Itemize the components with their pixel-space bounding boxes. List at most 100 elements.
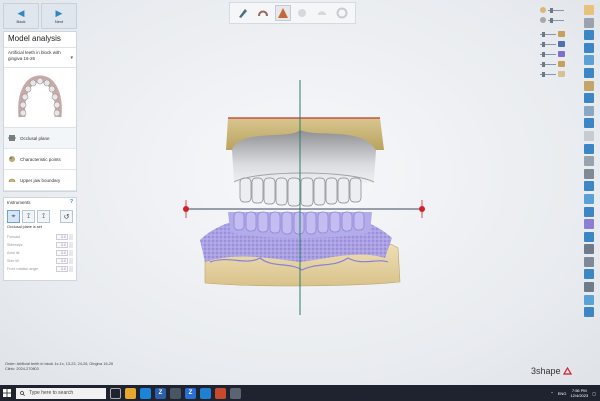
upper-jaw-block — [226, 117, 384, 207]
view-icon[interactable] — [584, 30, 594, 41]
view-icon[interactable] — [584, 118, 594, 129]
step-occlusal-plane[interactable]: Occlusal plane — [4, 128, 76, 149]
zoom-icon[interactable]: Z — [155, 387, 166, 399]
view-icon[interactable] — [584, 219, 594, 230]
dental-app-icon[interactable] — [215, 387, 226, 399]
left-tool-button[interactable]: ⟟ — [22, 210, 35, 223]
brush-icon — [238, 9, 247, 18]
tray-chevron-icon[interactable]: ⌃ — [550, 391, 553, 396]
occlusal-plane-icon — [8, 135, 16, 141]
app-icon[interactable] — [230, 387, 241, 399]
opacity-slider[interactable] — [548, 17, 564, 23]
layer-icon[interactable] — [558, 51, 565, 57]
layer-icon[interactable] — [558, 31, 565, 37]
edge-icon[interactable] — [140, 387, 151, 399]
spin-icon[interactable] — [69, 234, 73, 240]
param-row: Axial tilt 0.0 — [4, 249, 76, 257]
view-icon[interactable] — [584, 193, 594, 204]
taskbar-search[interactable]: Type here to search — [16, 387, 106, 399]
toolbar-button-shell[interactable] — [314, 5, 330, 21]
view-icon[interactable] — [584, 307, 594, 318]
opacity-slider[interactable] — [540, 51, 556, 57]
param-value[interactable]: 0.0 — [56, 250, 68, 256]
back-button[interactable]: ◀ Back — [3, 3, 39, 29]
notification-icon[interactable]: ▢ — [592, 391, 596, 396]
step-upper-jaw-boundary[interactable]: Upper jaw boundary — [4, 170, 76, 191]
spin-icon[interactable] — [69, 258, 73, 264]
view-icon[interactable] — [584, 244, 594, 255]
model-toggle-icon[interactable] — [584, 5, 594, 15]
view-icon[interactable] — [584, 269, 594, 280]
right-tool-button[interactable]: ⟟ — [37, 210, 50, 223]
param-value[interactable]: 0.0 — [56, 242, 68, 248]
toolbar-button-model[interactable] — [274, 5, 291, 21]
model-select[interactable]: Artificial teeth in block with gingiva 1… — [4, 48, 76, 68]
instruments-title: Instruments — [7, 200, 31, 205]
spin-icon[interactable] — [69, 266, 73, 272]
param-value[interactable]: 0.0 — [56, 266, 68, 272]
view-icon[interactable] — [584, 67, 594, 78]
spin-icon[interactable] — [69, 242, 73, 248]
view-icon[interactable] — [584, 294, 594, 305]
view-icon[interactable] — [584, 93, 594, 104]
view-icon[interactable] — [584, 55, 594, 66]
language-indicator[interactable]: ENG — [558, 391, 567, 396]
param-row: Forward 0.0 — [4, 233, 76, 241]
app-icon[interactable] — [170, 387, 181, 399]
opacity-slider[interactable] — [540, 31, 556, 37]
view-icon[interactable] — [584, 206, 594, 217]
view-icon[interactable] — [584, 282, 594, 293]
param-value[interactable]: 0.0 — [56, 234, 68, 240]
view-icon[interactable] — [584, 80, 594, 91]
task-view-icon[interactable] — [110, 387, 121, 399]
toolbar-button-brush[interactable] — [235, 5, 251, 21]
view-icon[interactable] — [584, 256, 594, 267]
tooth-tool-icon: ⟟ — [27, 212, 30, 220]
toolbar-button-teeth[interactable] — [255, 5, 271, 21]
next-label: Next — [54, 18, 64, 24]
view-icon[interactable] — [584, 17, 594, 28]
dental-model-scene[interactable] — [0, 0, 600, 385]
opacity-slider[interactable] — [548, 7, 564, 13]
toolbar-button-crown[interactable] — [294, 5, 310, 21]
next-button[interactable]: ▶ Next — [41, 3, 77, 29]
view-icon[interactable] — [584, 130, 594, 141]
view-icon[interactable] — [584, 156, 594, 167]
shell-icon — [318, 11, 327, 15]
opacity-slider[interactable] — [540, 71, 556, 77]
3d-viewport[interactable]: ◀ Back ▶ Next Model analysis Artificial … — [0, 0, 600, 385]
clock[interactable]: 7:56 PM 12/4/2023 — [570, 388, 588, 398]
info-icon[interactable]: ? — [70, 199, 73, 205]
mail-icon[interactable] — [200, 387, 211, 399]
file-explorer-icon[interactable] — [125, 387, 136, 399]
teeth-model-icon — [540, 17, 546, 23]
visibility-controls — [540, 5, 580, 79]
opacity-slider[interactable] — [540, 61, 556, 67]
plane-tool-button[interactable]: ⌖ — [7, 210, 20, 223]
view-icon[interactable] — [584, 231, 594, 242]
clinic-line: Clinic: 2024-270803 — [5, 367, 39, 371]
upper-model-icon — [540, 7, 546, 13]
app-z-icon[interactable]: Z — [185, 387, 196, 399]
toolbar-button-cap[interactable] — [334, 5, 350, 21]
view-icon[interactable] — [584, 168, 594, 179]
param-value[interactable]: 0.0 — [56, 258, 68, 264]
layer-icon[interactable] — [558, 71, 565, 77]
step-characteristic-points[interactable]: Characteristic points — [4, 149, 76, 170]
arrow-left-icon: ◀ — [17, 7, 25, 18]
view-icon[interactable] — [584, 105, 594, 116]
view-icon[interactable] — [584, 42, 594, 53]
layer-icon[interactable] — [558, 41, 565, 47]
visibility-row — [540, 59, 580, 69]
reset-button[interactable]: ↺ — [60, 210, 73, 223]
spin-icon[interactable] — [69, 250, 73, 256]
visibility-row — [540, 15, 580, 25]
visibility-row — [540, 39, 580, 49]
start-button[interactable] — [0, 385, 14, 401]
jaw-boundary-icon — [8, 178, 16, 183]
view-icon[interactable] — [584, 181, 594, 192]
opacity-slider[interactable] — [540, 41, 556, 47]
layer-icon[interactable] — [558, 61, 565, 67]
view-icon[interactable] — [584, 143, 594, 154]
wizard-nav: ◀ Back ▶ Next — [3, 3, 77, 29]
